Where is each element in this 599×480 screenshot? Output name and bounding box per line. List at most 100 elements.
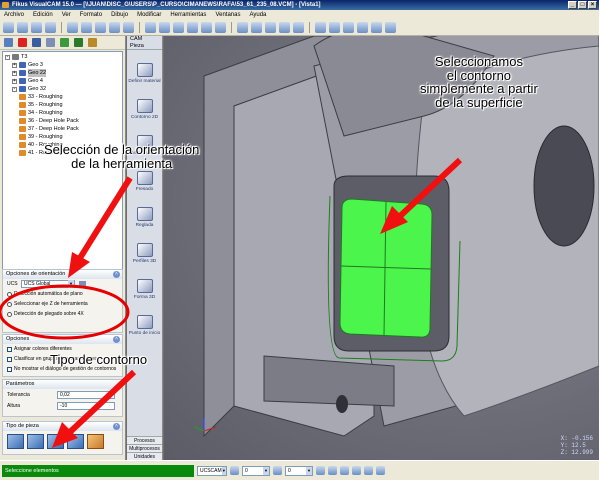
machine-icon[interactable] [32,38,41,47]
view-front-icon[interactable] [251,22,262,33]
checkbox[interactable] [7,356,12,362]
minimize-button[interactable]: _ [568,1,577,9]
menu-dibujo[interactable]: Dibujo [111,12,128,18]
radio-button[interactable] [7,301,12,307]
tree-expander-icon[interactable]: - [5,54,10,60]
shade-icon[interactable] [279,22,290,33]
delete-icon[interactable] [18,38,27,47]
ortho-status-icon[interactable] [340,466,349,475]
cam-tab-procesos[interactable]: Procesos [127,436,162,444]
select-icon[interactable] [385,22,396,33]
tree-item[interactable]: 35 - Roughing [5,101,120,109]
tree-item[interactable]: 33 - Roughing [5,93,120,101]
pan-icon[interactable] [187,22,198,33]
ucs-pick-icon[interactable] [79,280,86,288]
snap-icon[interactable] [357,22,368,33]
piece-type-open-icon[interactable] [67,434,84,449]
save-icon[interactable] [31,22,42,33]
color-status-icon[interactable] [273,466,282,475]
piece-type-flat-icon[interactable] [7,434,24,449]
snap-status-icon[interactable] [316,466,325,475]
open-file-icon[interactable] [17,22,28,33]
close-button[interactable]: × [588,1,597,9]
menu-edicion[interactable]: Edición [33,12,53,18]
ucs-status-select[interactable]: UCSCAM ▼ [197,465,227,476]
piece-type-stock-icon[interactable] [87,434,104,449]
tree-item[interactable]: + Geo 3 [5,61,120,69]
menu-archivo[interactable]: Archivo [4,12,24,18]
render-status-icon[interactable] [376,466,385,475]
grid-icon[interactable] [343,22,354,33]
orientation-option[interactable]: Detección de plegado sobre 4X [3,309,122,319]
layer-icon[interactable] [315,22,326,33]
radio-button[interactable] [7,311,12,317]
layer-status-select[interactable]: 0 ▼ [242,465,270,476]
operations-tree[interactable]: - T3 + Geo 3 + Geo 22 + Geo 4 - Geo 32 33 - Roughi… [2,51,123,296]
tree-item[interactable]: 37 - Deep Hole Pack [5,125,120,133]
new-file-icon[interactable] [3,22,14,33]
ucs-select[interactable]: UCS Global ▼ [21,280,75,288]
parameter-input[interactable]: -10 [57,401,115,410]
filter-status-icon[interactable] [364,466,373,475]
zoom-window-icon[interactable] [173,22,184,33]
tree-item[interactable]: - Geo 32 [5,85,120,93]
radio-button[interactable] [7,291,12,297]
menu-ayuda[interactable]: Ayuda [249,12,266,18]
tree-item[interactable]: + Geo 22 [5,69,120,77]
tree-item[interactable]: + Geo 4 [5,77,120,85]
tree-item[interactable]: 34 - Roughing [5,109,120,117]
grid-status-icon[interactable] [328,466,337,475]
view-iso-icon[interactable] [265,22,276,33]
simulate-icon[interactable] [60,38,69,47]
cam-tab-multiprocesos[interactable]: Multiprocesos [127,444,162,452]
rotate-icon[interactable] [201,22,212,33]
cam-tool-button[interactable]: Forma 3D [127,266,162,302]
tree-item[interactable]: - T3 [5,53,120,61]
measure-icon[interactable] [371,22,382,33]
collapse-up-icon[interactable]: ˄ [113,423,120,430]
cam-tool-button[interactable]: Reglada [127,194,162,230]
menu-ver[interactable]: Ver [62,12,71,18]
wireframe-icon[interactable] [293,22,304,33]
cam-tool-button[interactable]: Definir material [127,50,162,86]
settings-icon[interactable] [88,38,97,47]
menu-formato[interactable]: Formato [80,12,102,18]
layer-status-icon[interactable] [230,466,239,475]
view-top-icon[interactable] [237,22,248,33]
menu-herramientas[interactable]: Herramientas [170,12,206,18]
redo-icon[interactable] [123,22,134,33]
paste-icon[interactable] [95,22,106,33]
tree-expander-icon[interactable]: + [12,62,17,68]
postprocess-icon[interactable] [74,38,83,47]
cut-icon[interactable] [67,22,78,33]
tool-icon[interactable] [46,38,55,47]
parameter-input[interactable]: 0,02 [57,390,115,399]
zoom-out-icon[interactable] [159,22,170,33]
maximize-button[interactable]: □ [578,1,587,9]
orientation-option[interactable]: Detección automática de plano [3,289,122,299]
undo-icon[interactable] [109,22,120,33]
collapse-up-icon[interactable]: ˄ [113,336,120,343]
number-status-select[interactable]: 0 ▼ [285,465,313,476]
zoom-all-icon[interactable] [215,22,226,33]
piece-type-pocket-icon[interactable] [27,434,44,449]
cam-tool-button[interactable]: Punto de inicio [127,302,162,338]
color-icon[interactable] [329,22,340,33]
tree-view-icon[interactable] [4,38,13,47]
cam-tab-unidades[interactable]: Unidades [127,452,162,460]
tree-expander-icon[interactable]: + [12,70,17,76]
menu-ventanas[interactable]: Ventanas [215,12,240,18]
cam-tool-button[interactable]: Perfiles 3D [127,230,162,266]
zoom-in-icon[interactable] [145,22,156,33]
tree-expander-icon[interactable]: - [12,86,17,92]
menu-modificar[interactable]: Modificar [137,12,161,18]
checkbox[interactable] [7,346,12,352]
collapse-up-icon[interactable]: ˄ [113,271,120,278]
orientation-option[interactable]: Seleccionar eje Z de herramienta [3,299,122,309]
checkbox[interactable] [7,366,12,372]
print-icon[interactable] [45,22,56,33]
select-status-icon[interactable] [352,466,361,475]
tree-item[interactable]: 39 - Roughing [5,133,120,141]
piece-type-boss-icon[interactable] [47,434,64,449]
tree-item[interactable]: 36 - Deep Hole Pack [5,117,120,125]
